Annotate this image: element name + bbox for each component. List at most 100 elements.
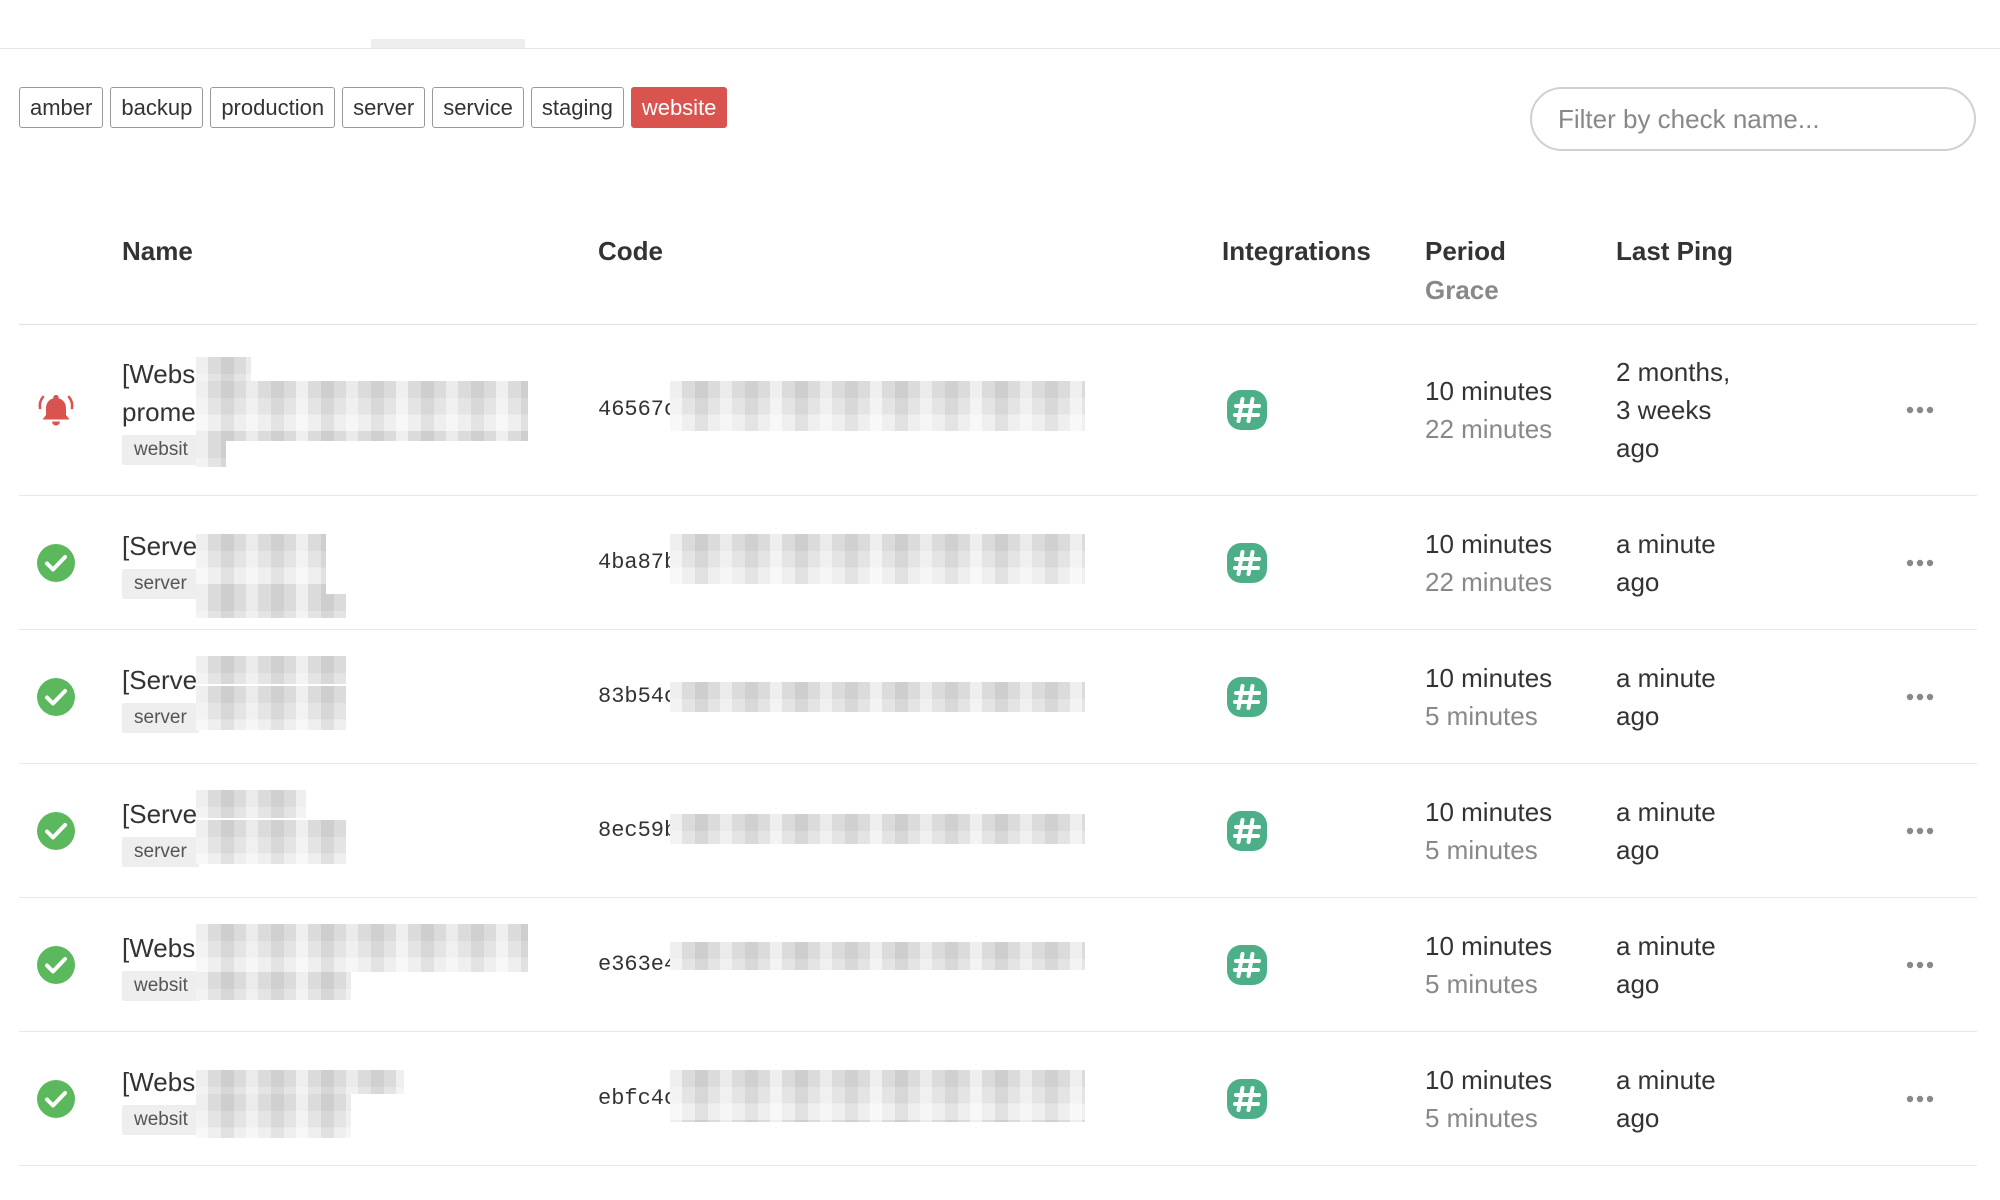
header-period: Period (1425, 236, 1506, 266)
check-period: 10 minutes (1425, 1064, 1553, 1095)
redacted-block (196, 381, 528, 441)
tag-server[interactable]: server (342, 87, 426, 128)
check-code[interactable]: e363e4 (598, 952, 677, 977)
tag-production[interactable]: production (210, 87, 336, 128)
check-code[interactable]: 4ba87b (598, 550, 677, 575)
redacted-block (196, 1094, 351, 1138)
more-options-icon[interactable] (1905, 692, 1935, 702)
period-grace-cell[interactable]: 10 minutes 5 minutes (1425, 927, 1552, 1003)
redacted-block (670, 814, 1085, 844)
checks-page: amber backup production server service s… (0, 0, 2000, 1200)
check-period: 10 minutes (1425, 376, 1553, 406)
check-name[interactable]: [Serve (122, 527, 199, 565)
check-grace: 22 minutes (1425, 414, 1553, 444)
period-grace-cell[interactable]: 10 minutes 22 minutes (1425, 372, 1552, 448)
more-options-icon[interactable] (1905, 558, 1935, 568)
redacted-block (196, 441, 226, 467)
period-grace-cell[interactable]: 10 minutes 5 minutes (1425, 793, 1552, 869)
check-name-cell[interactable]: [Serve server (122, 795, 199, 867)
check-name[interactable]: prome (122, 393, 200, 431)
last-ping-text: 2 months, (1616, 357, 1731, 387)
period-grace-cell[interactable]: 10 minutes 5 minutes (1425, 659, 1552, 735)
check-name[interactable]: [Serve (122, 795, 199, 833)
redacted-block (670, 1070, 1085, 1122)
check-name-cell[interactable]: [Serve server (122, 661, 199, 733)
more-options-icon[interactable] (1905, 1094, 1935, 1104)
table-row[interactable]: [Serve server 8ec59b 10 minutes 5 minutes a m… (19, 764, 1977, 898)
check-grace: 5 minutes (1425, 700, 1538, 731)
tag-service[interactable]: service (432, 87, 524, 128)
last-ping-cell: a minute ago (1616, 793, 1716, 869)
table-row[interactable]: [Serve server 83b54c 10 minutes 5 minutes a m… (19, 630, 1977, 764)
more-options-icon[interactable] (1905, 826, 1935, 836)
last-ping-text: a minute (1616, 930, 1716, 961)
table-header: Name Code Integrations Period Grace Last… (19, 200, 1977, 325)
tag-staging[interactable]: staging (530, 87, 624, 128)
check-name[interactable]: [Webs (122, 1063, 200, 1101)
check-name-cell[interactable]: [Webs websit (122, 1063, 200, 1135)
bell-icon (38, 395, 74, 426)
tag-filter-bar: amber backup production server service s… (19, 87, 728, 128)
check-code[interactable]: ebfc4c (598, 1086, 677, 1111)
header-name[interactable]: Name (122, 236, 193, 267)
redacted-block (196, 656, 346, 684)
slack-icon[interactable] (1226, 389, 1268, 431)
last-ping-cell: a minute ago (1616, 525, 1716, 601)
checks-table: Name Code Integrations Period Grace Last… (19, 200, 1977, 1166)
redacted-block (196, 790, 306, 818)
check-grace: 5 minutes (1425, 1102, 1538, 1133)
check-grace: 5 minutes (1425, 968, 1538, 999)
check-name[interactable]: [Webs (122, 929, 200, 967)
last-ping-text: ago (1616, 834, 1660, 865)
check-tag: websit (122, 1104, 200, 1135)
check-name-cell[interactable]: [Serve server (122, 527, 199, 599)
check-code[interactable]: 8ec59b (598, 818, 677, 843)
check-name-cell[interactable]: [Webs prome websit (122, 355, 200, 465)
slack-icon[interactable] (1226, 944, 1268, 986)
table-row[interactable]: [Serve server 4ba87b 10 minutes 22 minutes a … (19, 496, 1977, 630)
redacted-block (196, 534, 326, 594)
check-name[interactable]: [Webs (122, 355, 200, 393)
check-period: 10 minutes (1425, 796, 1553, 827)
redacted-block (196, 972, 351, 1000)
last-ping-text: ago (1616, 1102, 1660, 1133)
more-options-icon[interactable] (1905, 405, 1935, 415)
more-options-icon[interactable] (1905, 960, 1935, 970)
last-ping-text: a minute (1616, 796, 1716, 827)
last-ping-text: a minute (1616, 662, 1716, 693)
redacted-block (196, 924, 528, 972)
check-code[interactable]: 46567c (598, 397, 677, 422)
redacted-block (196, 686, 346, 730)
redacted-block (196, 1070, 404, 1094)
slack-icon[interactable] (1226, 676, 1268, 718)
tag-amber[interactable]: amber (19, 87, 104, 128)
redacted-block (196, 594, 346, 618)
header-last-ping[interactable]: Last Ping (1616, 236, 1733, 267)
check-circle-icon (37, 677, 75, 716)
tag-backup[interactable]: backup (110, 87, 204, 128)
last-ping-text: a minute (1616, 528, 1716, 559)
check-circle-icon (37, 543, 75, 582)
last-ping-text: ago (1616, 700, 1660, 731)
header-period-grace: Period Grace (1425, 236, 1506, 306)
slack-icon[interactable] (1226, 542, 1268, 584)
tag-website[interactable]: website (630, 87, 728, 128)
slack-icon[interactable] (1226, 810, 1268, 852)
check-circle-icon (37, 945, 75, 984)
check-name[interactable]: [Serve (122, 661, 199, 699)
period-grace-cell[interactable]: 10 minutes 5 minutes (1425, 1061, 1552, 1137)
last-ping-cell: 2 months, 3 weeks ago (1616, 353, 1730, 467)
check-period: 10 minutes (1425, 662, 1553, 693)
check-code[interactable]: 83b54c (598, 684, 677, 709)
redacted-block (670, 534, 1085, 584)
table-row[interactable]: [Webs prome websit 46567c 10 minutes 22 minut… (19, 325, 1977, 496)
period-grace-cell[interactable]: 10 minutes 22 minutes (1425, 525, 1552, 601)
filter-by-name-input[interactable] (1530, 87, 1976, 151)
table-row[interactable]: [Webs websit ebfc4c 10 minutes 5 minutes a mi… (19, 1032, 1977, 1166)
check-circle-icon (37, 811, 75, 850)
check-circle-icon (37, 1079, 75, 1118)
table-row[interactable]: [Webs websit e363e4 10 minutes 5 minutes a mi… (19, 898, 1977, 1032)
check-name-cell[interactable]: [Webs websit (122, 929, 200, 1001)
check-tag: server (122, 702, 199, 733)
slack-icon[interactable] (1226, 1078, 1268, 1120)
